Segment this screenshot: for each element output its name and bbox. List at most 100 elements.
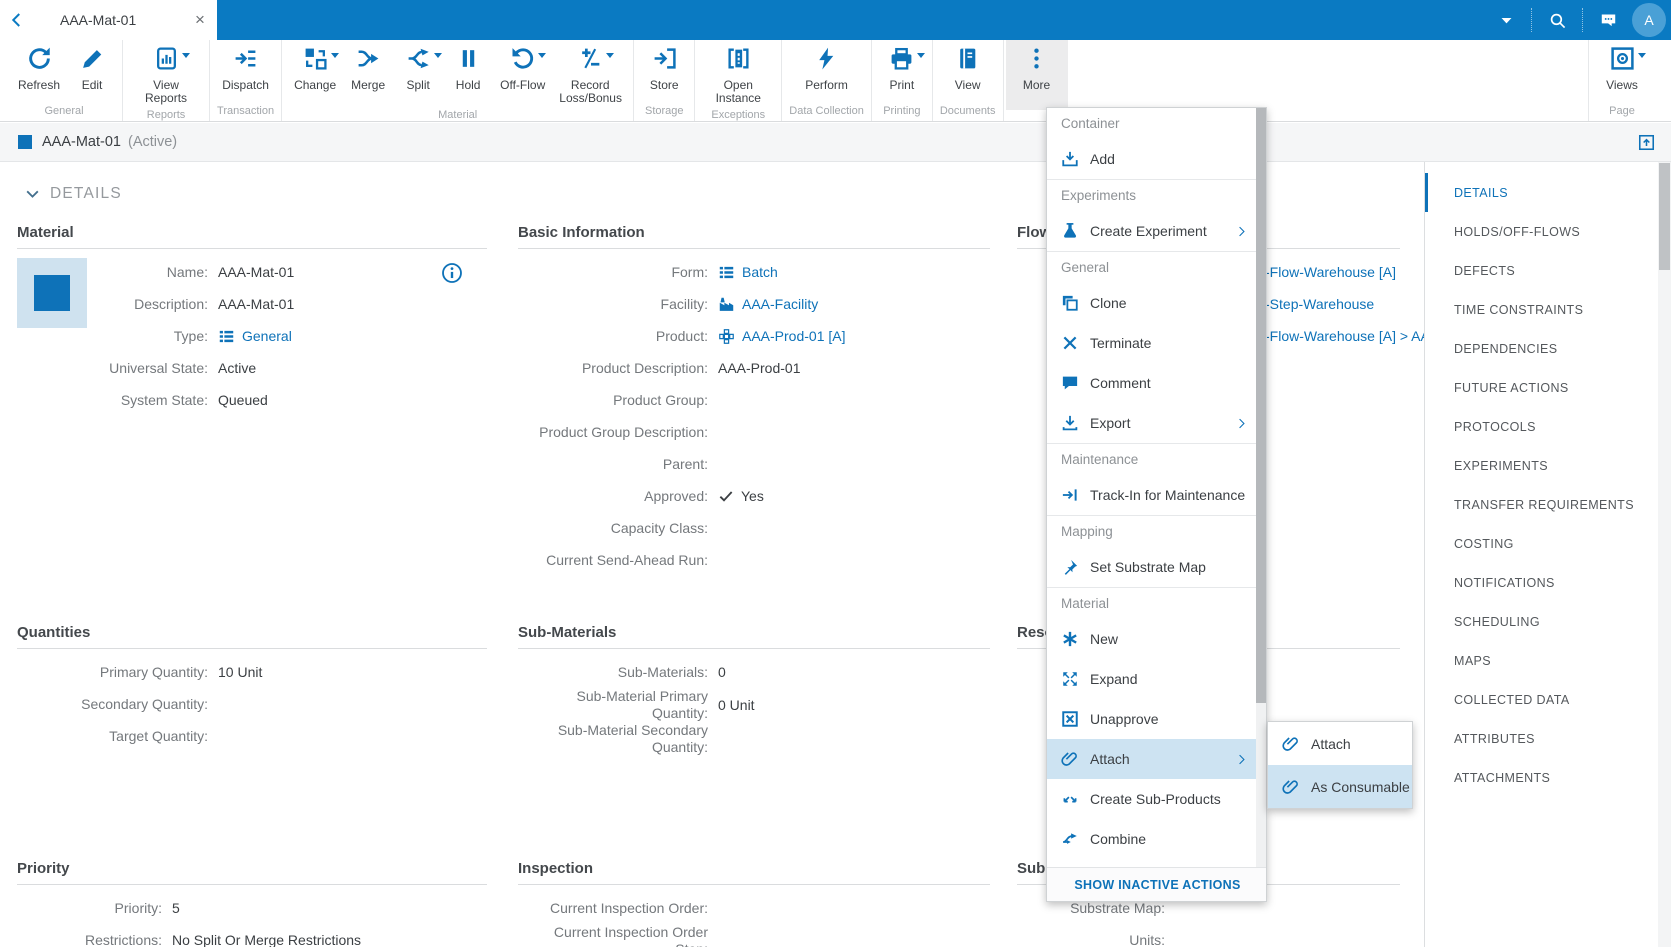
panel-expand-icon[interactable] [1638, 134, 1655, 151]
menu-item-combine[interactable]: Combine [1047, 819, 1258, 859]
sidebar-item-defects[interactable]: DEFECTS [1425, 251, 1658, 290]
field-row-primary-quantity: Primary Quantity:10 Unit [17, 656, 487, 688]
sidebar-item-protocols[interactable]: PROTOCOLS [1425, 407, 1658, 446]
offflow-icon [510, 46, 535, 72]
hold-icon [456, 46, 481, 71]
menu-section-maintenance: Maintenance [1047, 444, 1258, 475]
more-icon [1024, 46, 1049, 72]
details-collapse-toggle[interactable]: DETAILS [24, 185, 122, 203]
section-title-inspection: Inspection [518, 858, 990, 880]
ribbon-button-label: Record Loss/Bonus [559, 79, 621, 105]
ribbon-button-perform[interactable]: Perform [798, 40, 855, 94]
workspace-caret-icon[interactable] [1491, 0, 1521, 40]
show-inactive-actions-link[interactable]: SHOW INACTIVE ACTIONS [1047, 867, 1267, 901]
menu-scrollbar-thumb[interactable] [1256, 108, 1266, 703]
menu-item-terminate[interactable]: Terminate [1047, 323, 1258, 363]
sidebar-item-maps[interactable]: MAPS [1425, 641, 1658, 680]
sidebar-item-attachments[interactable]: ATTACHMENTS [1425, 758, 1658, 797]
chevron-right-icon [1235, 753, 1248, 766]
ribbon-button-split[interactable]: Split [393, 40, 443, 94]
field-row-priority: Priority:5 [17, 892, 487, 924]
ribbon-button-change[interactable]: Change [287, 40, 343, 94]
submenu-item-as-consumable[interactable]: As Consumable [1268, 765, 1412, 808]
menu-item-expand[interactable]: Expand [1047, 659, 1258, 699]
avatar[interactable]: A [1632, 3, 1666, 37]
ribbon-button-label: Edit [74, 79, 110, 92]
facility-icon [718, 296, 735, 313]
ribbon-button-more[interactable]: More [1006, 40, 1068, 110]
sidebar-item-time-constraints[interactable]: TIME CONSTRAINTS [1425, 290, 1658, 329]
menu-item-clone[interactable]: Clone [1047, 283, 1258, 323]
ribbon-button-view[interactable]: View [943, 40, 993, 94]
menu-item-export[interactable]: Export [1047, 403, 1258, 443]
back-chevron-icon[interactable] [0, 0, 34, 40]
field-row-sub-material-secondary-quantity: Sub-Material Secondary Quantity: [518, 722, 990, 756]
menu-scrollbar[interactable] [1256, 108, 1266, 901]
ribbon-button-store[interactable]: Store [639, 40, 689, 94]
page-scrollbar[interactable] [1658, 162, 1671, 947]
sidebar-item-experiments[interactable]: EXPERIMENTS [1425, 446, 1658, 485]
menu-item-attach[interactable]: Attach [1047, 739, 1258, 779]
sidebar-item-scheduling[interactable]: SCHEDULING [1425, 602, 1658, 641]
section-title-material: Material [17, 222, 487, 244]
field-value[interactable]: AAA-Prod-01 [A] [708, 328, 846, 345]
tab-title[interactable]: AAA-Mat-01 [34, 12, 183, 28]
ribbon-button-edit[interactable]: Edit [67, 40, 117, 94]
sidebar-item-notifications[interactable]: NOTIFICATIONS [1425, 563, 1658, 602]
menu-item-new[interactable]: New [1047, 619, 1258, 659]
menu-item-create-experiment[interactable]: Create Experiment [1047, 211, 1258, 251]
field-label: Current Inspection Order: [518, 900, 708, 917]
submenu-item-attach[interactable]: Attach [1268, 722, 1412, 765]
chevron-right-icon [1235, 225, 1248, 238]
topbar-divider [1531, 8, 1532, 32]
ribbon-button-label: Store [646, 79, 682, 92]
ribbon-button-hold[interactable]: Hold [443, 40, 493, 94]
menu-item-unapprove[interactable]: Unapprove [1047, 699, 1258, 739]
sidebar-item-costing[interactable]: COSTING [1425, 524, 1658, 563]
ribbon-button-views[interactable]: Views [1597, 40, 1647, 94]
split-icon [406, 46, 431, 72]
field-row-product-description: Product Description:AAA-Prod-01 [518, 352, 990, 384]
ribbon-group-buttons: View [938, 40, 998, 103]
ribbon-button-print[interactable]: Print [877, 40, 927, 94]
menu-item-label: Comment [1090, 375, 1248, 391]
section-rows: Priority:5Restrictions:No Split Or Merge… [17, 892, 487, 947]
entity-state: (Active) [128, 134, 177, 150]
field-value[interactable]: Batch [708, 264, 778, 281]
sidebar-item-collected-data[interactable]: COLLECTED DATA [1425, 680, 1658, 719]
more-actions-menu-list: ContainerAddExperimentsCreate Experiment… [1047, 108, 1258, 899]
menu-item-set-substrate-map[interactable]: Set Substrate Map [1047, 547, 1258, 587]
page-scrollbar-thumb[interactable] [1659, 163, 1670, 270]
sidebar-item-holds-off-flows[interactable]: HOLDS/OFF-FLOWS [1425, 212, 1658, 251]
field-value[interactable]: AAA-Facility [708, 296, 818, 313]
search-icon[interactable] [1542, 0, 1572, 40]
ribbon-button-merge[interactable]: Merge [343, 40, 393, 94]
ribbon-button-off-flow[interactable]: Off-Flow [493, 40, 552, 94]
chat-icon[interactable] [1593, 0, 1623, 40]
sidebar-item-dependencies[interactable]: DEPENDENCIES [1425, 329, 1658, 368]
menu-item-track-in-for-maintenance[interactable]: Track-In for Maintenance [1047, 475, 1258, 515]
change-icon [303, 46, 328, 71]
menu-item-comment[interactable]: Comment [1047, 363, 1258, 403]
ribbon-button-dispatch[interactable]: Dispatch [215, 40, 276, 94]
info-icon[interactable] [441, 262, 463, 284]
entity-title-bar: AAA-Mat-01 (Active) [0, 123, 1671, 162]
perform-icon [814, 46, 839, 72]
chevron-down-icon [24, 186, 41, 203]
menu-section-material: Material [1047, 588, 1258, 619]
ribbon-button-record-loss-bonus[interactable]: Record Loss/Bonus [552, 40, 628, 107]
sidebar-item-attributes[interactable]: ATTRIBUTES [1425, 719, 1658, 758]
menu-item-create-sub-products[interactable]: Create Sub-Products [1047, 779, 1258, 819]
ribbon-button-label: Open Instance [707, 79, 769, 105]
ribbon-group-buttons: Store [639, 40, 689, 103]
menu-item-add[interactable]: Add [1047, 139, 1258, 179]
sidebar-item-future-actions[interactable]: FUTURE ACTIONS [1425, 368, 1658, 407]
ribbon-button-view-reports[interactable]: View Reports [128, 40, 204, 107]
ribbon-button-open-instance[interactable]: Open Instance [700, 40, 776, 107]
sidebar-item-details[interactable]: DETAILS [1425, 173, 1658, 212]
ribbon-button-refresh[interactable]: Refresh [11, 40, 67, 94]
viewdoc-icon [955, 46, 980, 72]
field-value[interactable]: General [208, 328, 292, 345]
sidebar-item-transfer-requirements[interactable]: TRANSFER REQUIREMENTS [1425, 485, 1658, 524]
tab-close-icon[interactable]: × [183, 0, 217, 40]
